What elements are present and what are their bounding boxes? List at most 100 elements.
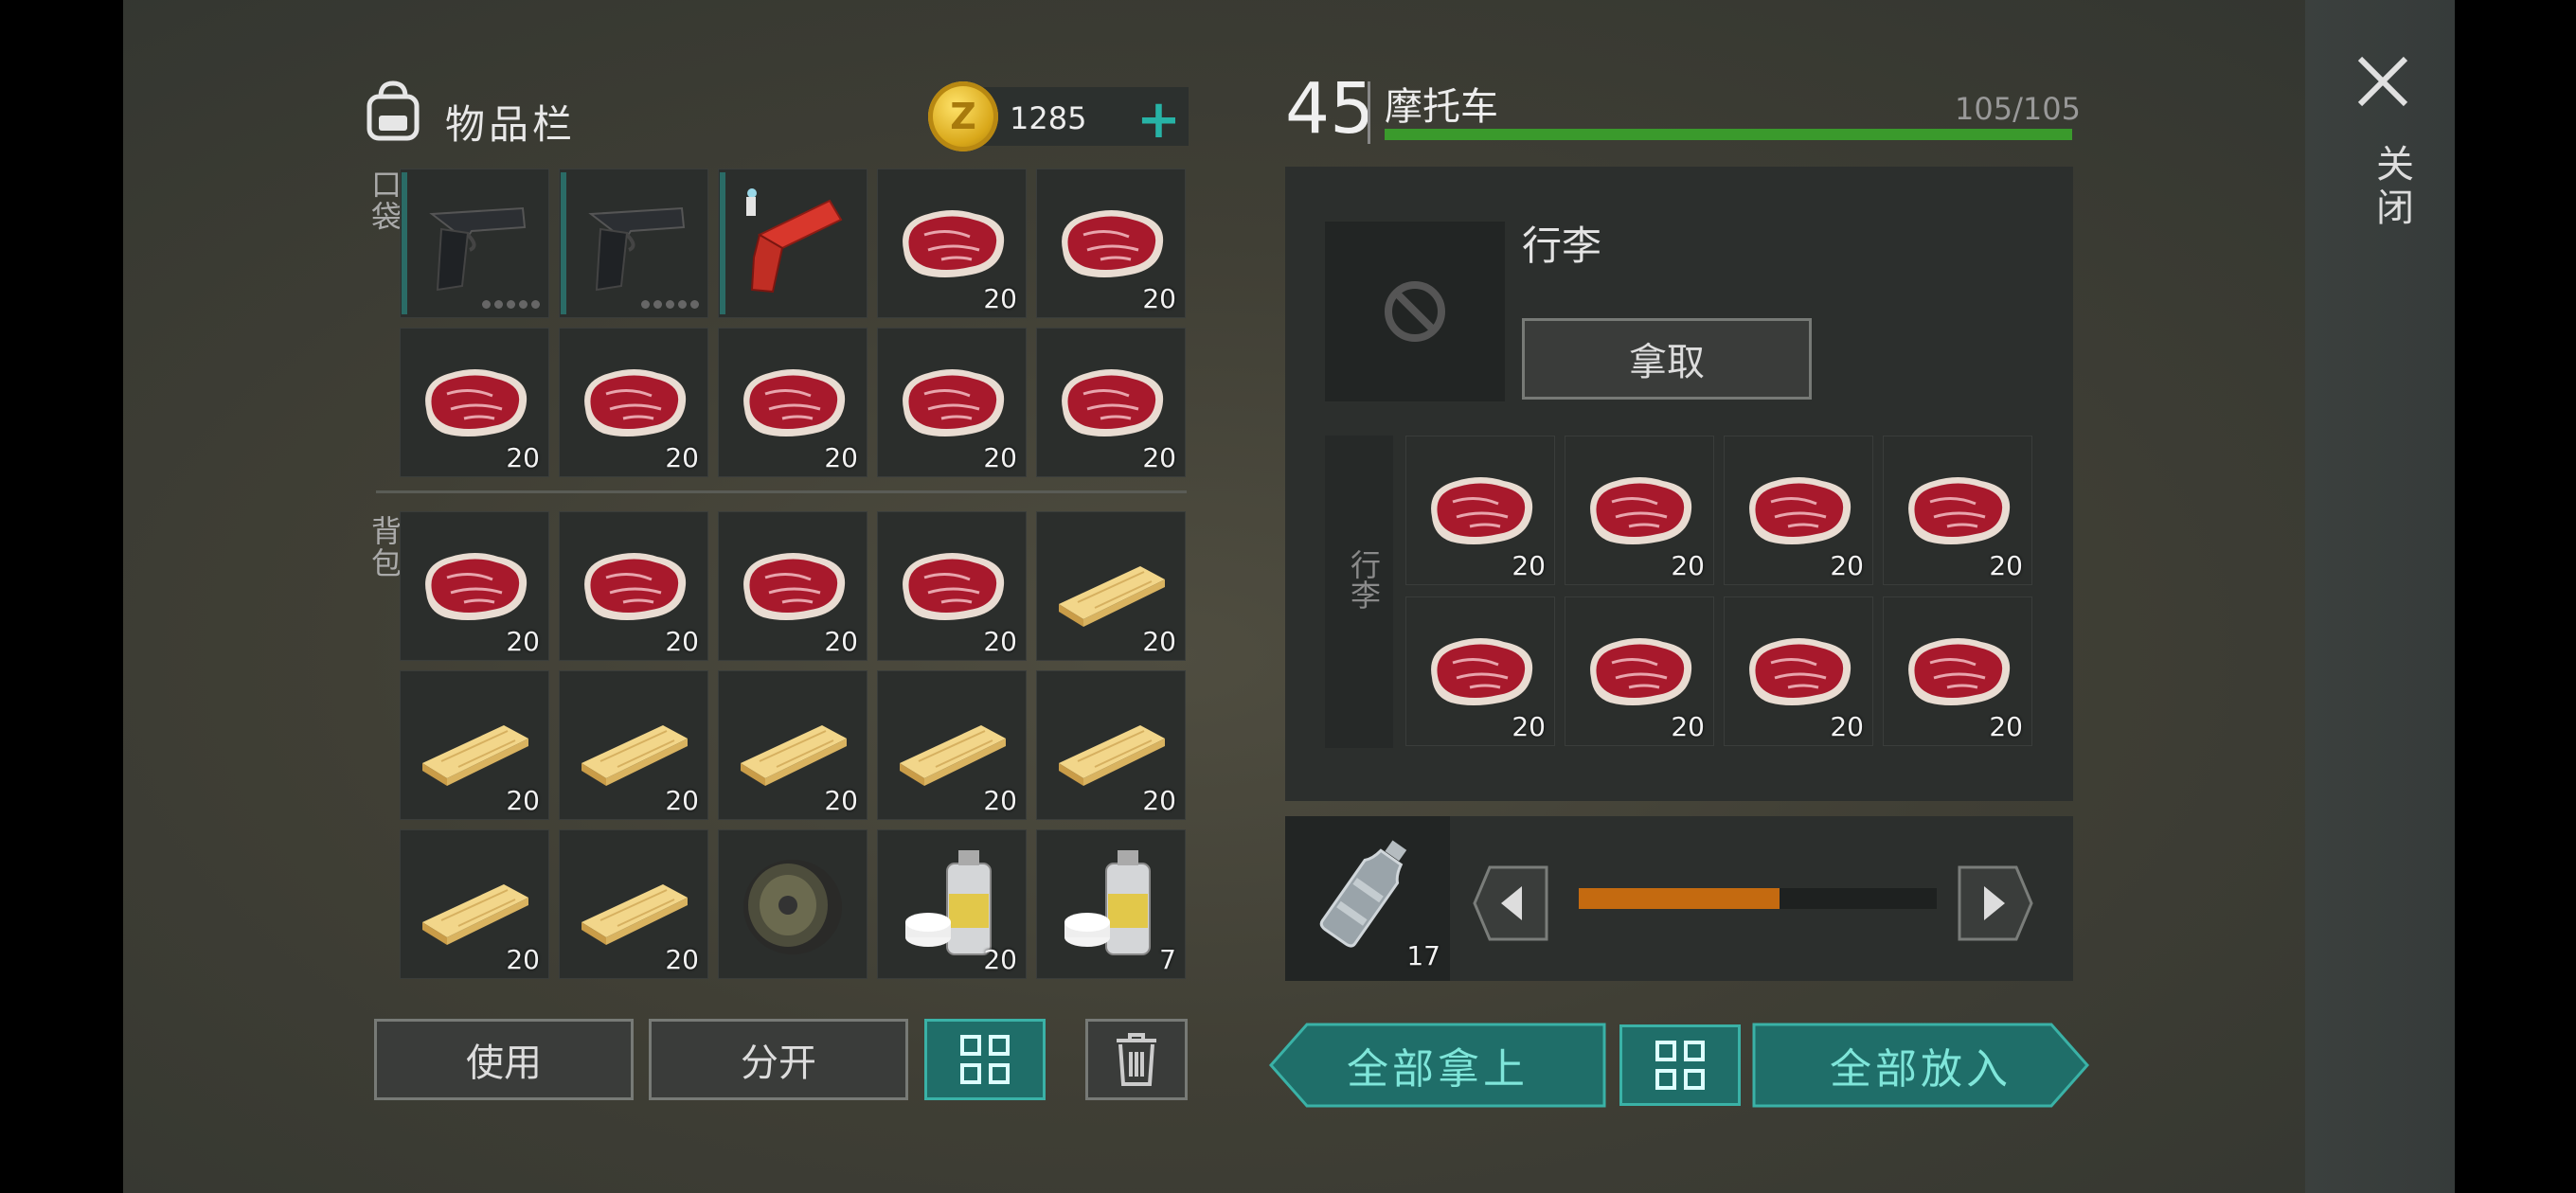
section-divider xyxy=(376,490,1187,493)
spray-paint-icon xyxy=(1064,850,1151,955)
add-coins-button[interactable]: + xyxy=(1136,89,1181,151)
item-qty: 7 xyxy=(1159,944,1176,975)
item-qty: 20 xyxy=(1830,550,1864,581)
pocket-slot[interactable]: 20 xyxy=(718,328,868,477)
item-qty: 20 xyxy=(824,442,858,473)
item-qty: 20 xyxy=(665,442,699,473)
close-icon[interactable] xyxy=(2354,53,2411,110)
item-qty: 20 xyxy=(824,785,858,816)
coin-count: 1285 xyxy=(1010,100,1087,136)
fuel-bar-fill xyxy=(1579,888,1780,909)
pocket-grid: 20 20 20 20 20 20 20 xyxy=(400,169,1186,477)
trash-button[interactable] xyxy=(1085,1019,1188,1100)
item-qty: 20 xyxy=(1989,550,2023,581)
pocket-slot[interactable]: 20 xyxy=(877,328,1027,477)
item-qty: 20 xyxy=(665,785,699,816)
backpack-slot[interactable]: 20 xyxy=(877,829,1027,979)
pocket-slot[interactable] xyxy=(718,169,868,318)
sort-vehicle-button[interactable] xyxy=(1619,1024,1741,1106)
backpack-slot[interactable]: 20 xyxy=(1036,670,1186,820)
item-qty: 20 xyxy=(1512,550,1546,581)
trash-icon xyxy=(1117,1033,1156,1086)
vehicle-hp: 105/105 xyxy=(1955,91,2081,127)
luggage-side-label: 行李 xyxy=(1346,549,1382,610)
header-separator xyxy=(1368,81,1370,144)
item-qty: 20 xyxy=(1671,550,1705,581)
pocket-slot[interactable]: 20 xyxy=(559,328,708,477)
split-button[interactable]: 分开 xyxy=(649,1019,908,1100)
coin-icon: Z xyxy=(928,81,998,151)
flare-gun-icon xyxy=(746,188,843,294)
pocket-slot[interactable] xyxy=(559,169,708,318)
luggage-slot[interactable]: 20 xyxy=(1724,436,1873,585)
close-label[interactable]: 关闭 xyxy=(2364,144,2419,231)
put-all-button[interactable]: 全部放入 xyxy=(1752,1023,2089,1108)
backpack-slot[interactable]: 20 xyxy=(559,829,708,979)
pocket-slot[interactable]: 20 xyxy=(1036,169,1186,318)
backpack-slot[interactable]: 20 xyxy=(559,670,708,820)
take-all-label: 全部拿上 xyxy=(1347,1045,1529,1094)
backpack-slot[interactable]: 20 xyxy=(400,670,549,820)
vehicle-hp-bar xyxy=(1385,129,2072,140)
item-qty: 20 xyxy=(1142,785,1176,816)
sort-inventory-button[interactable] xyxy=(924,1019,1046,1100)
luggage-slot[interactable]: 20 xyxy=(1883,436,2032,585)
item-qty: 20 xyxy=(983,944,1017,975)
blocked-icon xyxy=(1385,281,1445,342)
backpack-slot[interactable]: 20 xyxy=(877,670,1027,820)
item-qty: 20 xyxy=(665,944,699,975)
luggage-slot[interactable]: 20 xyxy=(1565,436,1714,585)
fuel-qty: 17 xyxy=(1406,940,1440,971)
coin-counter: Z 1285 + xyxy=(928,81,1189,151)
fuel-increase-button[interactable] xyxy=(1958,865,2033,941)
item-qty: 20 xyxy=(506,442,540,473)
backpack-slot[interactable]: 20 xyxy=(877,511,1027,661)
luggage-title: 行李 xyxy=(1522,223,1602,269)
luggage-slot[interactable]: 20 xyxy=(1724,596,1873,746)
backpack-grid: 20 20 20 20 20 20 20 20 20 20 20 20 20 7 xyxy=(400,511,1186,979)
backpack-slot[interactable] xyxy=(718,829,868,979)
item-qty: 20 xyxy=(1142,283,1176,314)
backpack-slot[interactable]: 20 xyxy=(400,829,549,979)
luggage-slot[interactable]: 20 xyxy=(1565,596,1714,746)
take-all-button[interactable]: 全部拿上 xyxy=(1269,1023,1606,1108)
vehicle-name: 摩托车 xyxy=(1385,85,1498,129)
luggage-side-tab: 行李 xyxy=(1325,436,1393,748)
item-qty: 20 xyxy=(665,626,699,657)
item-qty: 20 xyxy=(983,442,1017,473)
backpack-slot[interactable]: 20 xyxy=(400,511,549,661)
backpack-slot[interactable]: 7 xyxy=(1036,829,1186,979)
item-qty: 20 xyxy=(983,626,1017,657)
fuel-bar xyxy=(1579,888,1937,909)
luggage-panel: 行李 拿取 行李 20 20 20 20 20 20 20 20 xyxy=(1285,167,2073,801)
backpack-slot[interactable]: 20 xyxy=(559,511,708,661)
luggage-slot xyxy=(1325,222,1505,401)
item-qty: 20 xyxy=(1989,711,2023,742)
item-qty: 20 xyxy=(506,626,540,657)
backpack-slot[interactable]: 20 xyxy=(718,670,868,820)
luggage-slot[interactable]: 20 xyxy=(1405,596,1555,746)
inventory-title: 物品栏 xyxy=(445,101,577,148)
take-button[interactable]: 拿取 xyxy=(1522,318,1812,400)
backpack-slot[interactable]: 20 xyxy=(718,511,868,661)
luggage-slot[interactable]: 20 xyxy=(1883,596,2032,746)
fuel-slot[interactable]: 17 xyxy=(1285,816,1450,981)
grid-sort-icon xyxy=(1655,1041,1705,1090)
use-button[interactable]: 使用 xyxy=(374,1019,634,1100)
ammo-dots xyxy=(482,300,540,309)
fuel-decrease-button[interactable] xyxy=(1473,865,1548,941)
vehicle-level: 45 xyxy=(1285,68,1375,150)
pocket-slot[interactable]: 20 xyxy=(1036,328,1186,477)
fuel-panel: 17 xyxy=(1285,816,2073,981)
item-qty: 20 xyxy=(1512,711,1546,742)
pistol-icon xyxy=(429,206,527,292)
pocket-slot[interactable]: 20 xyxy=(877,169,1027,318)
pocket-slot[interactable] xyxy=(400,169,549,318)
item-qty: 20 xyxy=(983,283,1017,314)
luggage-slot[interactable]: 20 xyxy=(1405,436,1555,585)
backpack-slot[interactable]: 20 xyxy=(1036,511,1186,661)
put-all-label: 全部放入 xyxy=(1830,1045,2012,1094)
pocket-slot[interactable]: 20 xyxy=(400,328,549,477)
item-qty: 20 xyxy=(1671,711,1705,742)
pistol-icon xyxy=(588,206,686,292)
